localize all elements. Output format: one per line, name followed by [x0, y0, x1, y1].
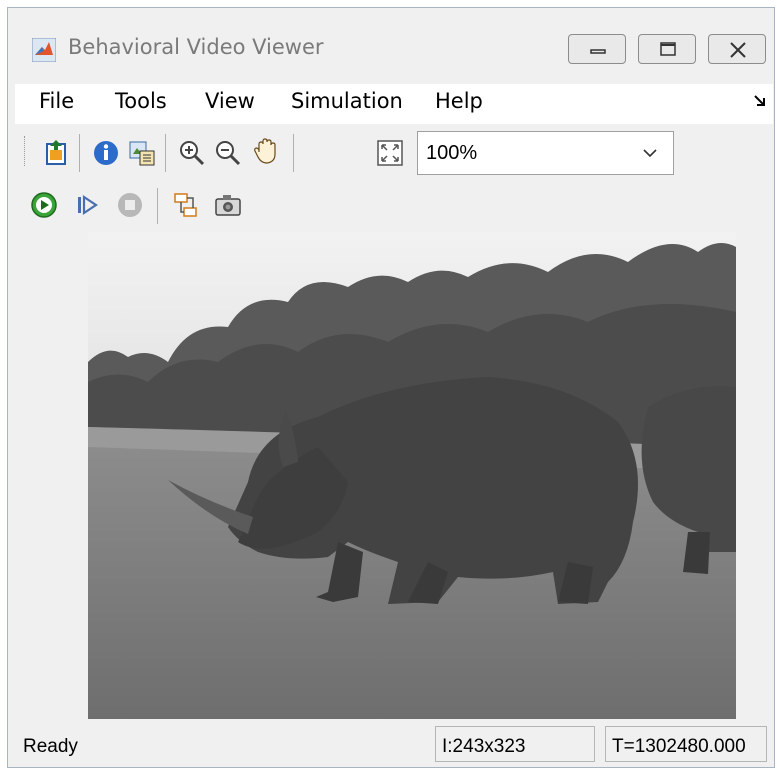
- pan-hand-icon[interactable]: [251, 136, 281, 166]
- menu-bar: File Tools View Simulation Help: [15, 84, 773, 124]
- app-window: Behavioral Video Viewer File Tools View …: [7, 7, 775, 768]
- play-icon[interactable]: [29, 190, 59, 220]
- window-title: Behavioral Video Viewer: [68, 35, 324, 59]
- toolbar-separator: [157, 188, 158, 224]
- toolbar-separator: [293, 134, 294, 172]
- main-toolbar: 100%: [15, 126, 773, 182]
- menu-tools[interactable]: Tools: [115, 89, 167, 113]
- status-text: Ready: [23, 736, 78, 757]
- properties-icon[interactable]: [127, 138, 157, 168]
- stop-icon[interactable]: [115, 190, 145, 220]
- close-icon: [730, 42, 746, 58]
- menu-file[interactable]: File: [39, 89, 74, 113]
- minimize-icon: [590, 49, 606, 54]
- chevron-down-icon: [643, 149, 657, 158]
- toolbar-grip: [24, 136, 27, 166]
- matlab-logo-icon: [32, 38, 56, 62]
- zoom-dropdown[interactable]: 100%: [417, 131, 674, 175]
- menu-help[interactable]: Help: [435, 89, 483, 113]
- highlight-block-icon[interactable]: [171, 190, 201, 220]
- snapshot-icon[interactable]: [213, 190, 243, 220]
- undock-arrow-icon[interactable]: [753, 94, 767, 108]
- menu-simulation[interactable]: Simulation: [291, 89, 403, 113]
- video-display-area: [22, 226, 770, 719]
- time-field: T=1302480.000: [605, 726, 767, 762]
- minimize-button[interactable]: [568, 34, 626, 64]
- status-bar: Ready I:243x323 T=1302480.000: [15, 722, 773, 766]
- maximize-icon: [660, 42, 676, 56]
- export-icon[interactable]: [41, 138, 71, 168]
- toolbar-separator: [79, 134, 80, 172]
- menu-view[interactable]: View: [205, 89, 255, 113]
- close-button[interactable]: [708, 34, 766, 64]
- toolbar-separator: [165, 134, 166, 172]
- step-forward-icon[interactable]: [73, 190, 103, 220]
- rhinoceros-grayscale-frame: [88, 232, 736, 719]
- zoom-out-icon[interactable]: [213, 138, 243, 168]
- maximize-button[interactable]: [638, 34, 696, 64]
- title-bar: Behavioral Video Viewer: [8, 8, 774, 82]
- zoom-in-icon[interactable]: [177, 138, 207, 168]
- zoom-value: 100%: [426, 142, 478, 164]
- video-frame[interactable]: [88, 232, 736, 719]
- info-icon[interactable]: [91, 138, 121, 168]
- image-size-field: I:243x323: [435, 726, 595, 762]
- fit-to-window-icon[interactable]: [375, 138, 405, 168]
- playback-toolbar: [15, 182, 773, 232]
